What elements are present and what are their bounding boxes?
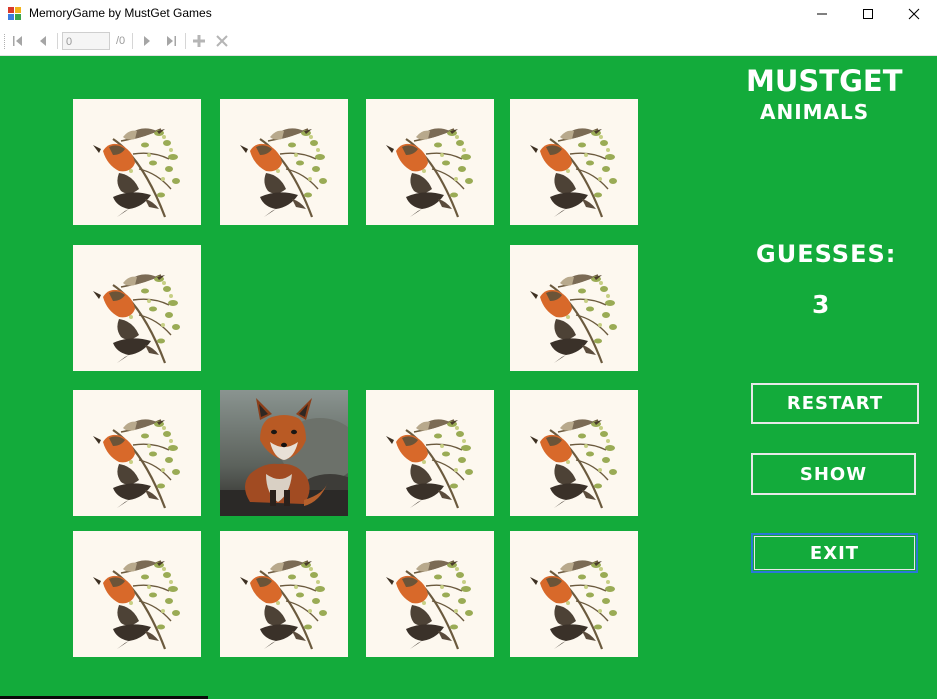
maximize-button[interactable] xyxy=(845,0,891,28)
memory-card[interactable] xyxy=(366,531,494,657)
memory-card[interactable] xyxy=(366,390,494,516)
game-board: MUSTGET ANIMALS GUESSES: 3 RESTART SHOW … xyxy=(0,56,937,699)
memory-card[interactable] xyxy=(73,390,201,516)
move-next-button[interactable] xyxy=(139,33,155,49)
memory-card[interactable] xyxy=(510,531,638,657)
add-new-button[interactable] xyxy=(191,33,207,49)
close-button[interactable] xyxy=(891,0,937,28)
matched-card-slot xyxy=(366,245,494,371)
matched-card-slot xyxy=(220,245,348,371)
move-previous-button[interactable] xyxy=(35,33,51,49)
bird-illustration xyxy=(386,560,473,650)
delete-button[interactable] xyxy=(214,33,230,49)
show-button[interactable]: SHOW xyxy=(751,453,916,495)
bird-illustration xyxy=(530,419,617,509)
memory-card[interactable] xyxy=(510,245,638,371)
game-title: MUSTGET xyxy=(746,64,903,98)
bird-illustration xyxy=(530,274,617,364)
memory-card[interactable] xyxy=(510,390,638,516)
memory-card[interactable] xyxy=(73,245,201,371)
move-last-icon xyxy=(167,36,176,46)
move-previous-icon xyxy=(40,36,46,46)
bird-illustration xyxy=(240,128,327,218)
bird-illustration xyxy=(386,419,473,509)
bird-illustration xyxy=(530,560,617,650)
toolbar-grip[interactable] xyxy=(4,34,7,49)
memory-card[interactable] xyxy=(510,99,638,225)
move-next-icon xyxy=(144,36,150,46)
memory-card[interactable] xyxy=(73,531,201,657)
restart-button[interactable]: RESTART xyxy=(751,383,919,424)
guesses-count: 3 xyxy=(812,290,831,319)
bird-illustration xyxy=(93,560,180,650)
close-icon xyxy=(908,8,920,20)
memory-card[interactable] xyxy=(220,531,348,657)
memory-card[interactable] xyxy=(220,99,348,225)
window-title: MemoryGame by MustGet Games xyxy=(29,6,212,20)
move-first-icon xyxy=(13,36,22,46)
bird-illustration xyxy=(93,419,180,509)
binding-navigator: 0 /0 xyxy=(0,28,937,56)
memory-card-revealed[interactable] xyxy=(220,390,348,516)
delete-icon xyxy=(216,35,228,47)
bird-illustration xyxy=(530,128,617,218)
bird-illustration xyxy=(93,274,180,364)
exit-button[interactable]: EXIT xyxy=(751,533,918,573)
toolbar-separator xyxy=(57,33,58,49)
bird-illustration xyxy=(386,128,473,218)
minimize-icon xyxy=(817,13,827,15)
toolbar-separator xyxy=(185,33,186,49)
record-count-label: /0 xyxy=(116,35,126,47)
minimize-button[interactable] xyxy=(799,0,845,28)
bird-illustration xyxy=(93,128,180,218)
add-new-icon xyxy=(193,35,205,47)
app-icon xyxy=(8,7,22,21)
bird-illustration xyxy=(240,560,327,650)
toolbar-separator xyxy=(132,33,133,49)
memory-card[interactable] xyxy=(73,99,201,225)
maximize-icon xyxy=(863,9,873,19)
move-last-button[interactable] xyxy=(163,33,179,49)
fox-photo xyxy=(220,390,348,516)
memory-card[interactable] xyxy=(366,99,494,225)
move-first-button[interactable] xyxy=(10,33,26,49)
guesses-label: GUESSES: xyxy=(756,240,897,268)
window-title-bar: MemoryGame by MustGet Games xyxy=(0,0,937,28)
game-subtitle: ANIMALS xyxy=(760,100,870,124)
position-input[interactable]: 0 xyxy=(62,32,110,50)
